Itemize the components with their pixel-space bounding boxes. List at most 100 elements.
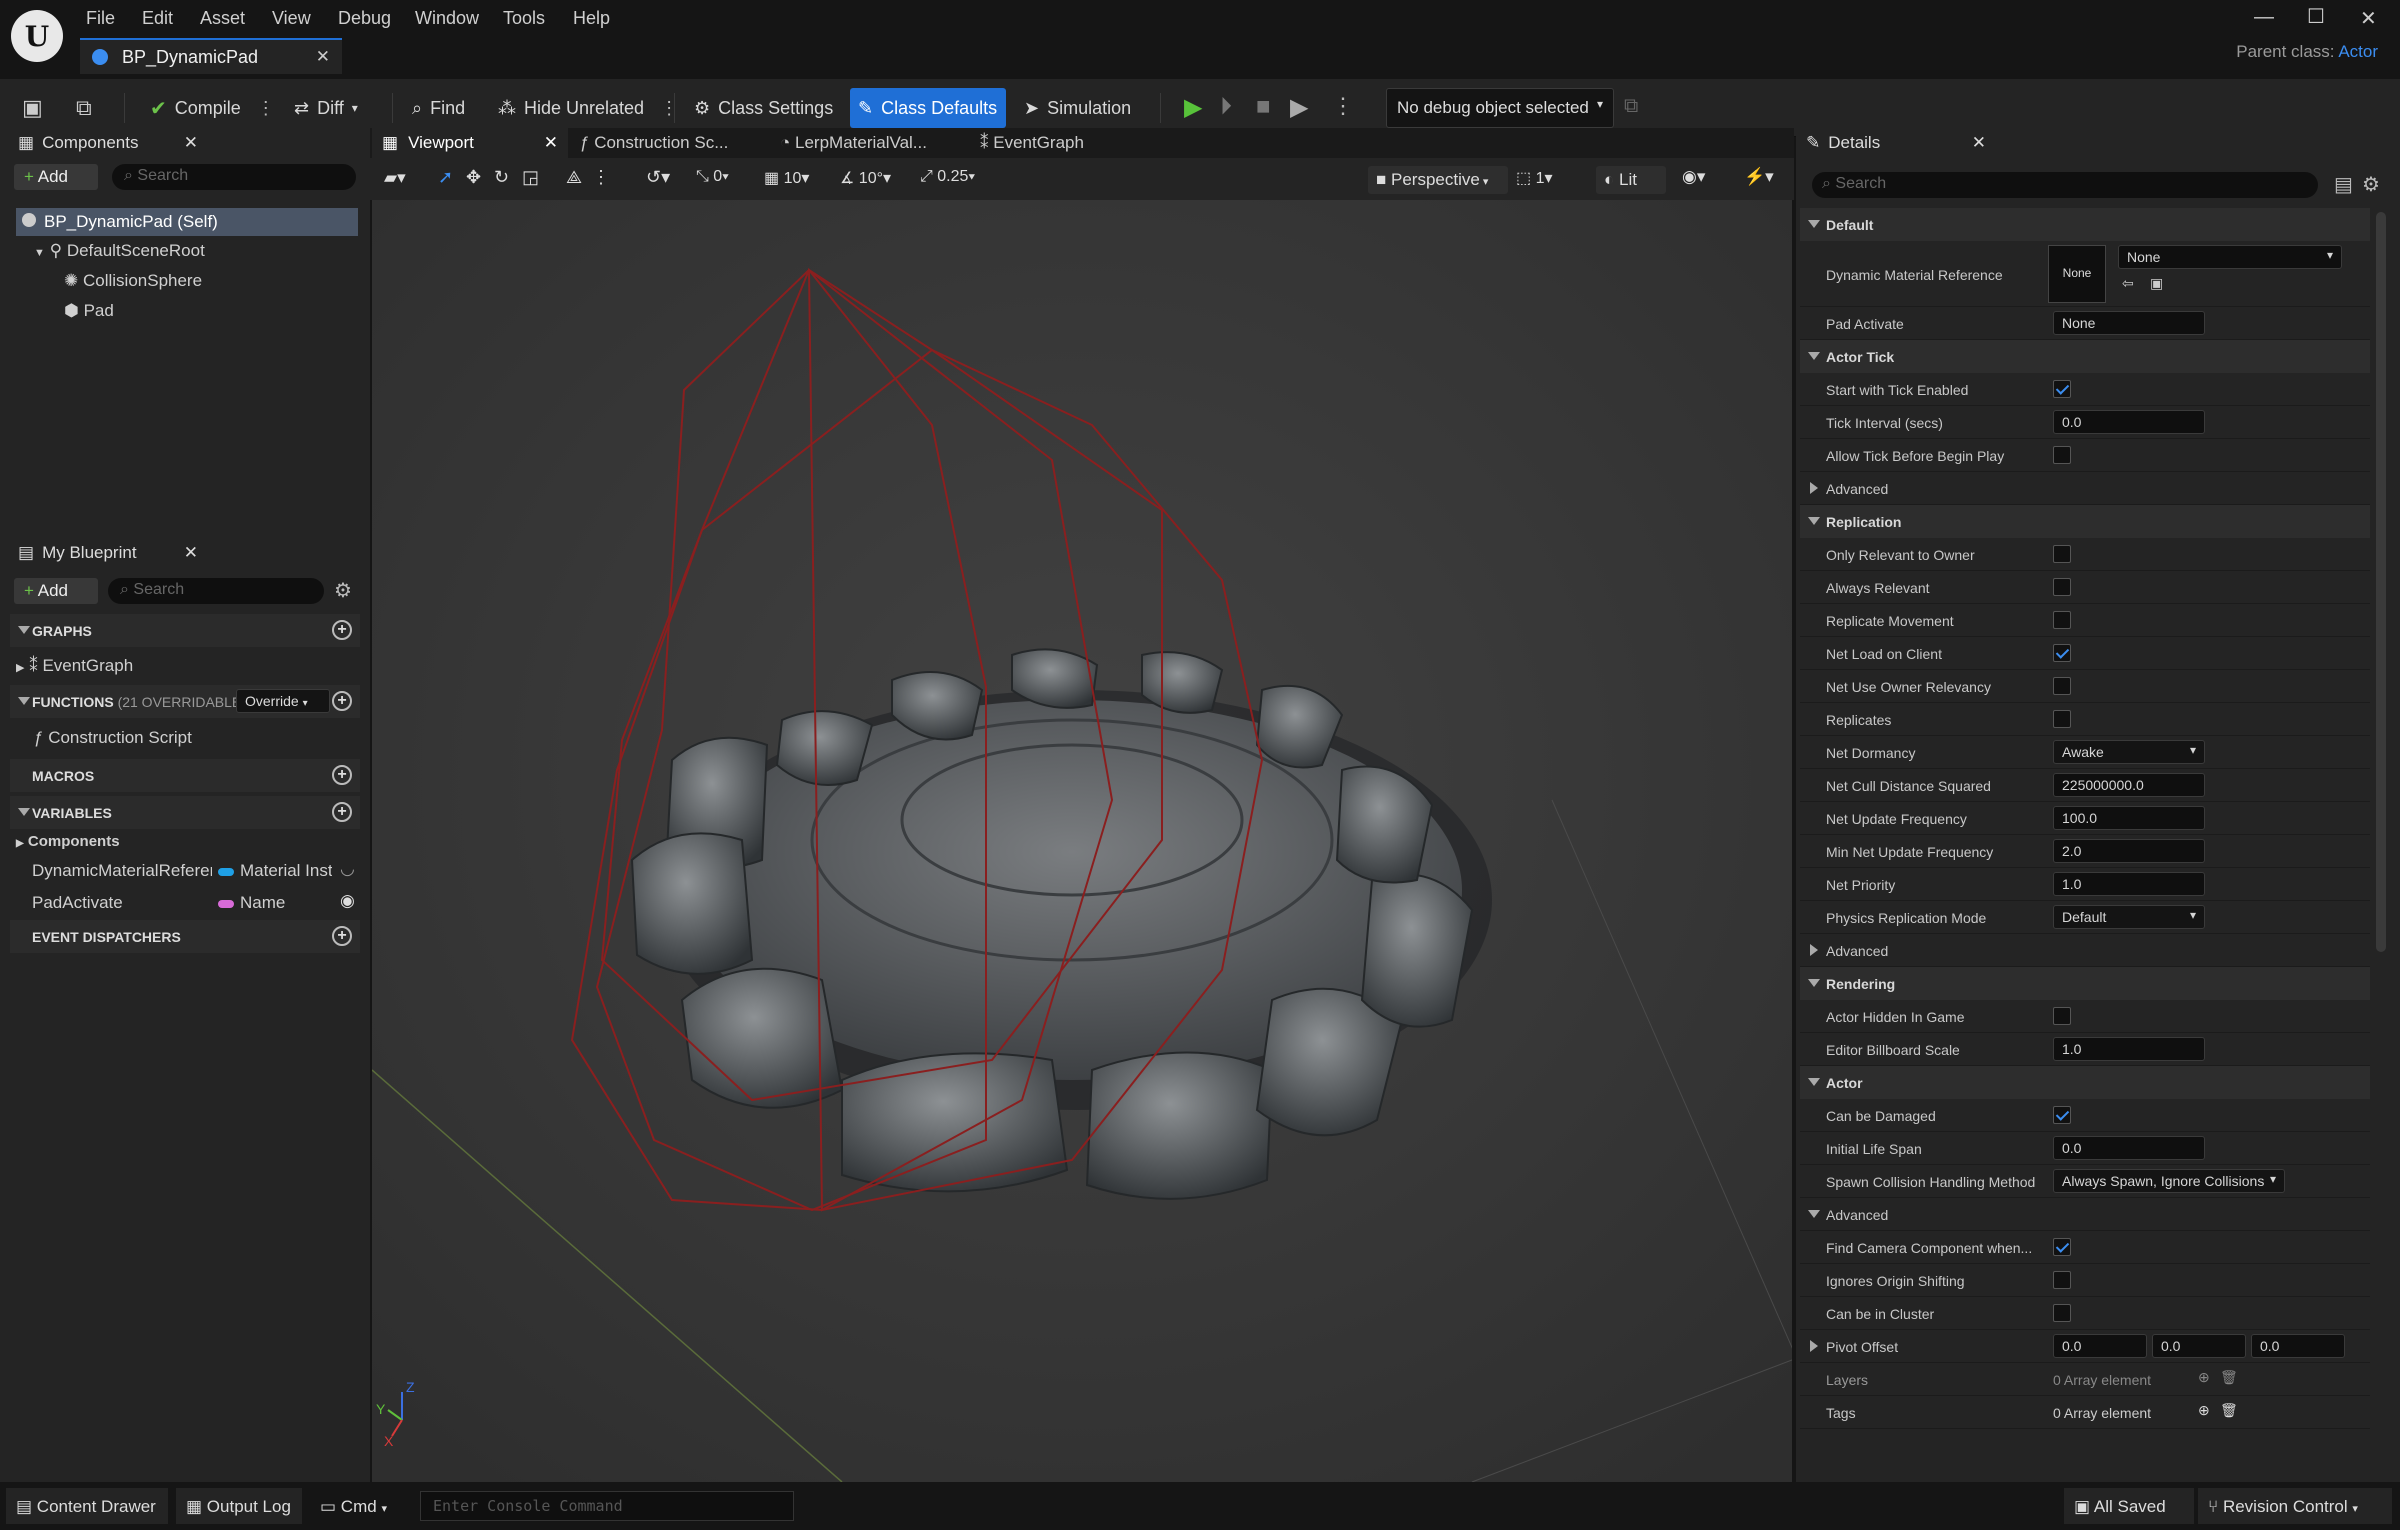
- tab-eventgraph[interactable]: ⁑ EventGraph: [980, 133, 1084, 153]
- scale-icon[interactable]: ◲: [522, 167, 539, 188]
- compile-button[interactable]: ✔ Compile ⋮: [142, 88, 283, 128]
- net-dormancy-select[interactable]: Awake ▾: [2053, 740, 2205, 764]
- material-asset-picker[interactable]: None ▾: [2118, 245, 2342, 269]
- my-blueprint-search-input[interactable]: ⌕ Search: [108, 578, 324, 604]
- menu-edit[interactable]: Edit: [142, 8, 173, 29]
- add-blueprint-item-button[interactable]: + Add: [14, 578, 98, 604]
- hidden-in-game-checkbox[interactable]: [2053, 1007, 2071, 1025]
- close-icon[interactable]: ✕: [184, 543, 198, 563]
- pivot-z-input[interactable]: 0.0: [2251, 1334, 2345, 1358]
- diff-button[interactable]: ⇄ Diff ▾: [286, 88, 366, 128]
- tab-my-blueprint[interactable]: ▤ My Blueprint ✕: [8, 538, 208, 568]
- menu-view[interactable]: View: [272, 8, 311, 29]
- all-saved-button[interactable]: ▣ All Saved: [2064, 1488, 2194, 1524]
- parent-class-value[interactable]: Actor: [2338, 42, 2378, 61]
- play-icon[interactable]: ▶: [1184, 93, 1202, 122]
- surface-snap-button[interactable]: ⤡ 0▾: [696, 168, 729, 186]
- eye-icon[interactable]: ◉: [340, 891, 355, 911]
- camera-speed-button[interactable]: ⬚ 1▾: [1516, 168, 1553, 188]
- tree-item-pad[interactable]: ⬢ Pad: [64, 301, 114, 321]
- console-input[interactable]: Enter Console Command: [420, 1491, 794, 1521]
- rotate-icon[interactable]: ↻: [494, 167, 509, 188]
- add-element-icon[interactable]: ⊕: [2198, 1369, 2210, 1386]
- life-span-input[interactable]: 0.0: [2053, 1136, 2205, 1160]
- category-actor-tick[interactable]: Actor Tick: [1800, 340, 2370, 373]
- tab-construction-script[interactable]: ƒ Construction Sc...: [580, 133, 728, 153]
- advanced-replication[interactable]: Advanced: [1800, 934, 2370, 967]
- simulation-button[interactable]: ➤ Simulation: [1016, 88, 1139, 128]
- realtime-icon[interactable]: ⚡▾: [1744, 167, 1774, 187]
- show-icon[interactable]: ◉▾: [1682, 167, 1705, 187]
- tab-viewport[interactable]: ▦ Viewport ✕: [372, 128, 568, 158]
- can-be-damaged-checkbox[interactable]: [2053, 1106, 2071, 1124]
- graph-item-eventgraph[interactable]: ▶ ⁑ EventGraph: [16, 656, 133, 676]
- content-drawer-button[interactable]: ▤ Content Drawer: [6, 1488, 168, 1524]
- scale-snap-button[interactable]: ⤢ 0.25▾: [920, 168, 975, 186]
- more-icon[interactable]: ⋮: [660, 98, 678, 119]
- unreal-logo-icon[interactable]: U: [11, 10, 63, 62]
- transform-icon[interactable]: ⟁: [566, 167, 582, 188]
- gear-icon[interactable]: ⚙: [334, 578, 352, 603]
- eject-icon[interactable]: ▶: [1290, 93, 1308, 122]
- category-replication[interactable]: Replication: [1800, 505, 2370, 538]
- event-dispatchers-section[interactable]: EVENT DISPATCHERS +: [10, 920, 360, 953]
- variables-components-group[interactable]: ▶ Components: [16, 833, 120, 850]
- menu-help[interactable]: Help: [573, 8, 610, 29]
- always-relevant-checkbox[interactable]: [2053, 578, 2071, 596]
- advanced-actor-tick[interactable]: Advanced: [1800, 472, 2370, 505]
- allow-tick-checkbox[interactable]: [2053, 446, 2071, 464]
- document-tab[interactable]: BP_DynamicPad ✕: [80, 38, 342, 74]
- net-priority-input[interactable]: 1.0: [2053, 872, 2205, 896]
- close-icon[interactable]: ✕: [184, 133, 198, 153]
- rotation-snap-button[interactable]: ∡ 10°▾: [840, 168, 891, 188]
- menu-tools[interactable]: Tools: [503, 8, 545, 29]
- details-scrollbar[interactable]: [2376, 212, 2386, 952]
- menu-debug[interactable]: Debug: [338, 8, 391, 29]
- category-default[interactable]: Default: [1800, 208, 2370, 241]
- more-icon[interactable]: ⋮: [257, 98, 275, 119]
- category-rendering[interactable]: Rendering: [1800, 967, 2370, 1000]
- add-dispatcher-icon[interactable]: +: [332, 926, 352, 946]
- save-icon[interactable]: ▣: [22, 95, 43, 121]
- output-log-button[interactable]: ▦ Output Log: [176, 1488, 302, 1524]
- more-icon[interactable]: ⋮: [592, 167, 610, 188]
- step-icon[interactable]: ⏵: [1220, 93, 1232, 121]
- billboard-scale-input[interactable]: 1.0: [2053, 1037, 2205, 1061]
- select-mode-icon[interactable]: ▰▾: [384, 168, 406, 188]
- more-icon[interactable]: ⋮: [1332, 93, 1354, 119]
- graphs-section[interactable]: GRAPHS +: [10, 614, 360, 647]
- grid-snap-button[interactable]: ▦ 10▾: [764, 168, 809, 188]
- min-net-update-input[interactable]: 2.0: [2053, 839, 2205, 863]
- function-construction-script[interactable]: ƒ Construction Script: [34, 728, 192, 748]
- tab-details[interactable]: ✎ Details ✕: [1796, 128, 1996, 158]
- net-update-input[interactable]: 100.0: [2053, 806, 2205, 830]
- close-icon[interactable]: ✕: [1972, 133, 1986, 153]
- variable-row[interactable]: DynamicMaterialReferer Material Inst ◡: [0, 856, 370, 886]
- viewport[interactable]: Z Y X: [372, 200, 1792, 1482]
- variables-section[interactable]: VARIABLES +: [10, 796, 360, 829]
- net-cull-input[interactable]: 225000000.0: [2053, 773, 2205, 797]
- menu-window[interactable]: Window: [415, 8, 479, 29]
- pivot-x-input[interactable]: 0.0: [2053, 1334, 2147, 1358]
- net-owner-relevancy-checkbox[interactable]: [2053, 677, 2071, 695]
- class-defaults-button[interactable]: ✎ Class Defaults: [850, 88, 1006, 128]
- tick-interval-input[interactable]: 0.0: [2053, 410, 2205, 434]
- net-load-checkbox[interactable]: [2053, 644, 2071, 662]
- tree-item-collisionsphere[interactable]: ✺ CollisionSphere: [64, 271, 202, 291]
- cmd-dropdown[interactable]: ▭ Cmd ▾: [310, 1488, 414, 1524]
- use-selected-icon[interactable]: ⇦: [2122, 275, 2134, 292]
- close-icon[interactable]: ✕: [316, 47, 330, 67]
- eye-closed-icon[interactable]: ◡: [340, 859, 355, 879]
- maximize-icon[interactable]: ☐: [2307, 4, 2325, 29]
- macros-section[interactable]: MACROS +: [10, 759, 360, 792]
- add-variable-icon[interactable]: +: [332, 802, 352, 822]
- ignores-origin-checkbox[interactable]: [2053, 1271, 2071, 1289]
- debug-object-select[interactable]: No debug object selected ▾: [1386, 88, 1614, 128]
- lit-button[interactable]: ◐ Lit: [1596, 166, 1666, 194]
- trash-icon[interactable]: 🗑: [2220, 1402, 2238, 1419]
- close-window-icon[interactable]: ✕: [2360, 6, 2377, 31]
- category-actor[interactable]: Actor: [1800, 1066, 2370, 1099]
- pivot-y-input[interactable]: 0.0: [2152, 1334, 2246, 1358]
- advanced-actor[interactable]: Advanced: [1800, 1198, 2370, 1231]
- functions-section[interactable]: FUNCTIONS (21 OVERRIDABLE) Override ▾ +: [10, 685, 360, 718]
